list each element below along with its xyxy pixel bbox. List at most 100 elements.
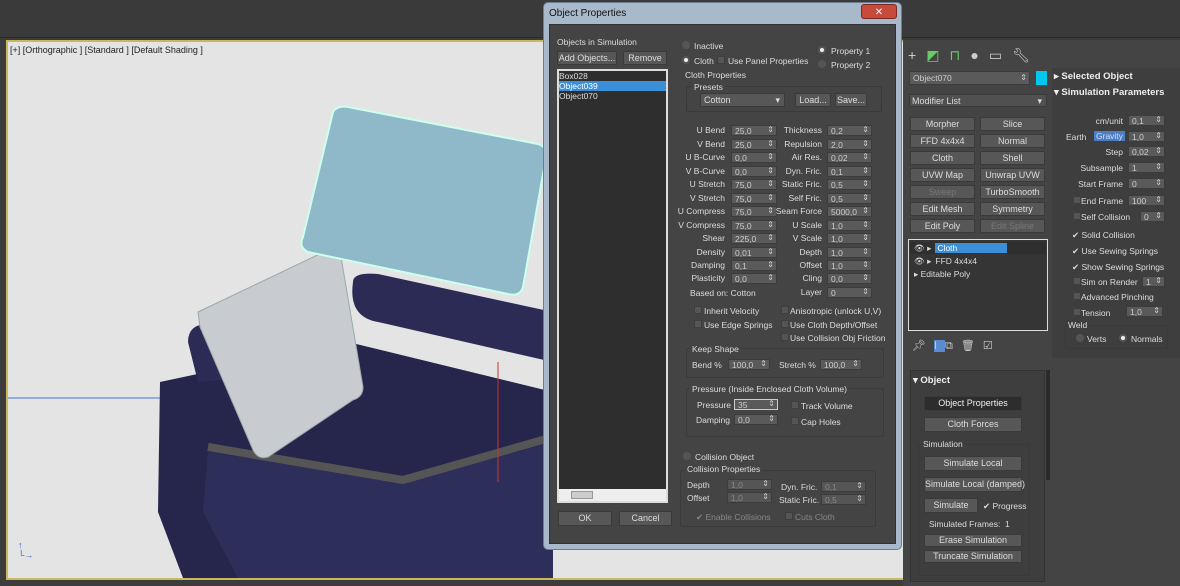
enable-collisions-checkbox[interactable]: ✔ Enable Collisions [696, 512, 771, 523]
param-spinner[interactable]: 0,2 [827, 125, 872, 136]
self-collision-spinner[interactable]: 0 [1140, 211, 1165, 222]
use-collision-friction-checkbox[interactable] [781, 333, 789, 341]
start-frame-spinner[interactable]: 0 [1128, 178, 1165, 189]
modify-tab-icon[interactable]: ◩ [926, 47, 949, 63]
tension-spinner[interactable]: 1,0 [1126, 306, 1163, 317]
modifier-button[interactable]: Symmetry [980, 202, 1045, 216]
stack-item-ffd[interactable]: 👁︎ ▸ FFD 4x4x4 [910, 255, 1046, 267]
panel-scrollbar[interactable] [1046, 370, 1050, 480]
param-spinner[interactable]: 0,5 [827, 193, 872, 204]
gravity-button[interactable]: Gravity [1094, 131, 1125, 141]
property1-radio[interactable] [818, 46, 826, 54]
load-button[interactable]: Load... [795, 93, 831, 107]
use-panel-checkbox[interactable] [717, 56, 725, 64]
progress-checkbox[interactable]: ✔ Progress [983, 501, 1027, 512]
stack-toolbar[interactable]: 📌︎I⧉🗑︎☑ [912, 339, 1001, 353]
cloth-forces-button[interactable]: Cloth Forces [924, 417, 1022, 432]
remove-button[interactable]: Remove [623, 51, 667, 65]
cloth-radio[interactable] [682, 56, 690, 64]
motion-tab-icon[interactable]: ● [970, 47, 988, 63]
command-panel-tabs[interactable]: +◩⊓●▭🔧︎ [908, 47, 1040, 64]
earth-button[interactable]: Earth [1066, 132, 1086, 142]
verts-radio[interactable] [1076, 334, 1084, 342]
create-tab-icon[interactable]: + [908, 47, 926, 63]
param-spinner[interactable]: 0 [827, 287, 872, 298]
object-name-field[interactable]: Object070 [909, 71, 1030, 85]
simulate-button[interactable]: Simulate [924, 498, 978, 513]
modifier-button[interactable]: Morpher [910, 117, 975, 131]
display-tab-icon[interactable]: ▭ [989, 47, 1012, 63]
param-spinner[interactable]: 1,0 [827, 260, 872, 271]
cm-unit-spinner[interactable]: 0,1 [1128, 115, 1165, 126]
gravity-spinner[interactable]: 1,0 [1128, 131, 1165, 142]
object-properties-button[interactable]: Object Properties [924, 396, 1022, 411]
stack-item-cloth[interactable]: 👁︎ ▸ Cloth [910, 242, 1046, 254]
selected-object-rollout-header[interactable]: ▸ Selected Object [1054, 71, 1133, 82]
param-spinner[interactable]: 0,5 [827, 179, 872, 190]
show-end-result-icon[interactable]: I [933, 340, 946, 352]
modifier-button[interactable]: Cloth [910, 151, 975, 165]
presets-dropdown[interactable]: Cotton ▾ [700, 93, 785, 107]
make-unique-icon[interactable]: ⧉ [945, 340, 961, 352]
modifier-button[interactable]: Edit Spline [980, 219, 1045, 233]
collision-dyn-fric-spinner[interactable]: 0,1 [821, 481, 866, 492]
pin-stack-icon[interactable]: 📌︎ [912, 340, 934, 352]
property2-radio[interactable] [818, 60, 826, 68]
bend-spinner[interactable]: 100,0 [728, 359, 770, 370]
modifier-stack[interactable]: 👁︎ ▸ Cloth 👁︎ ▸ FFD 4x4x4 ▸ Editable Poly [908, 239, 1048, 331]
pressure-spinner[interactable]: 35 [734, 399, 778, 410]
collision-static-fric-spinner[interactable]: 0,5 [821, 494, 866, 505]
track-volume-checkbox[interactable] [791, 401, 799, 409]
sim-on-render-spinner[interactable]: 1 [1142, 276, 1165, 287]
modifier-button[interactable]: Edit Mesh [910, 202, 975, 216]
inactive-radio[interactable] [682, 41, 690, 49]
collision-object-radio[interactable] [683, 452, 691, 460]
pressure-damping-spinner[interactable]: 0,0 [734, 414, 778, 425]
inherit-velocity-checkbox[interactable] [694, 306, 702, 314]
list-item-selected[interactable]: Object039 [559, 81, 666, 91]
use-edge-springs-checkbox[interactable] [694, 320, 702, 328]
modifier-button[interactable]: Normal [980, 134, 1045, 148]
cap-holes-checkbox[interactable] [791, 417, 799, 425]
modifier-button[interactable]: TurboSmooth [980, 185, 1045, 199]
solid-collision-checkbox[interactable]: ✔ Solid Collision [1072, 230, 1135, 241]
stretch-spinner[interactable]: 100,0 [820, 359, 862, 370]
param-spinner[interactable]: 1,0 [827, 233, 872, 244]
show-sewing-checkbox[interactable]: ✔ Show Sewing Springs [1072, 262, 1164, 273]
configure-sets-icon[interactable]: ☑ [983, 340, 1001, 352]
modifier-button[interactable]: Sweep [910, 185, 975, 199]
collision-offset-spinner[interactable]: 1,0 [727, 492, 772, 503]
tension-checkbox[interactable] [1073, 308, 1081, 316]
param-spinner[interactable]: 2,0 [827, 139, 872, 150]
modifier-list-dropdown[interactable]: Modifier List ▾ [909, 94, 1047, 107]
hierarchy-tab-icon[interactable]: ⊓ [949, 47, 970, 63]
add-objects-button[interactable]: Add Objects... [557, 51, 617, 65]
list-item[interactable]: Box028 [559, 71, 666, 81]
param-spinner[interactable]: 5000,0 [827, 206, 872, 217]
list-item[interactable]: Object070 [559, 91, 666, 101]
utilities-tab-icon[interactable]: 🔧︎ [1012, 47, 1040, 63]
subsample-spinner[interactable]: 1 [1128, 162, 1165, 173]
sim-on-render-checkbox[interactable] [1073, 277, 1081, 285]
object-color-swatch[interactable] [1036, 71, 1047, 85]
modifier-button[interactable]: Slice [980, 117, 1045, 131]
eye-icon[interactable]: 👁︎ ▸ [910, 256, 935, 266]
step-spinner[interactable]: 0,02 [1128, 146, 1165, 157]
cuts-cloth-checkbox[interactable] [785, 512, 793, 520]
modifier-button[interactable]: UVW Map [910, 168, 975, 182]
simulate-local-damped-button[interactable]: Simulate Local (damped) [924, 477, 1025, 492]
param-spinner[interactable]: 0,02 [827, 152, 872, 163]
collision-depth-spinner[interactable]: 1,0 [727, 479, 772, 490]
stack-item-editable-poly[interactable]: ▸ Editable Poly [910, 268, 1046, 280]
erase-simulation-button[interactable]: Erase Simulation [924, 534, 1022, 547]
object-rollout-header[interactable]: ▾ Object [913, 375, 950, 386]
param-spinner[interactable]: 1,0 [827, 220, 872, 231]
normals-radio[interactable] [1119, 334, 1127, 342]
truncate-simulation-button[interactable]: Truncate Simulation [924, 550, 1022, 563]
param-spinner[interactable]: 0,0 [827, 273, 872, 284]
remove-modifier-icon[interactable]: 🗑︎ [961, 340, 983, 352]
advanced-pinching-checkbox[interactable] [1073, 292, 1081, 300]
end-frame-spinner[interactable]: 100 [1128, 195, 1165, 206]
use-cloth-depth-checkbox[interactable] [781, 320, 789, 328]
close-button[interactable]: ✕ [861, 4, 897, 19]
